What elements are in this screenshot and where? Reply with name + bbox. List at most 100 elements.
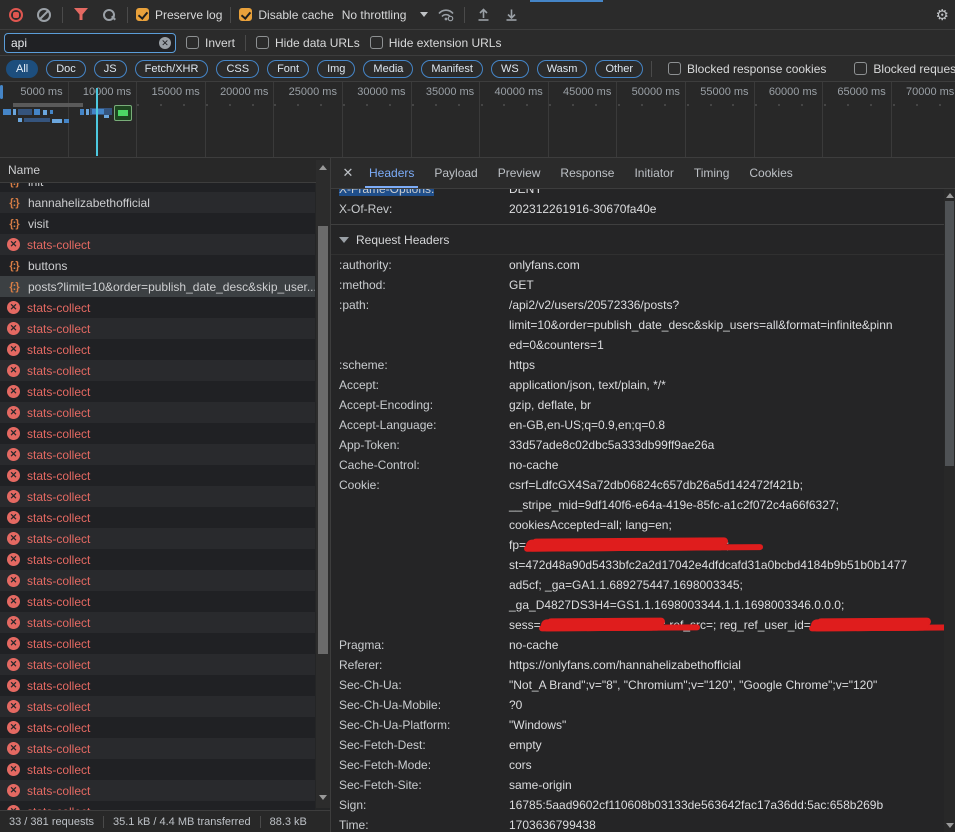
filter-toggle-button[interactable] [71, 5, 91, 25]
scroll-down-arrow-icon[interactable] [946, 823, 954, 828]
tab-timing[interactable]: Timing [684, 158, 740, 188]
request-row[interactable]: ✕stats-collect [0, 360, 315, 381]
filter-chip-manifest[interactable]: Manifest [421, 60, 483, 78]
tab-preview[interactable]: Preview [488, 158, 551, 188]
request-row[interactable]: ✕stats-collect [0, 297, 315, 318]
request-row[interactable]: ✕stats-collect [0, 780, 315, 801]
request-row[interactable]: ✕stats-collect [0, 570, 315, 591]
blocked-requests-checkbox[interactable]: Blocked requests [854, 62, 955, 76]
request-row[interactable]: ✕stats-collect [0, 654, 315, 675]
disable-cache-checkbox[interactable]: Disable cache [239, 8, 333, 22]
filter-chip-css[interactable]: CSS [216, 60, 259, 78]
funnel-icon [74, 8, 88, 21]
request-row[interactable]: {:}hannahelizabethofficial [0, 192, 315, 213]
failed-request-icon: ✕ [7, 574, 20, 587]
request-list-scrollbar[interactable] [316, 160, 330, 808]
request-row[interactable]: ✕stats-collect [0, 444, 315, 465]
request-row[interactable]: ✕stats-collect [0, 717, 315, 738]
request-row[interactable]: ✕stats-collect [0, 591, 315, 612]
request-name: stats-collect [27, 406, 90, 420]
request-row[interactable]: ✕stats-collect [0, 675, 315, 696]
scroll-up-arrow-icon[interactable] [946, 193, 954, 198]
timeline-dot [732, 104, 734, 106]
hide-extension-urls-checkbox[interactable]: Hide extension URLs [370, 36, 502, 50]
request-name: stats-collect [27, 385, 90, 399]
network-conditions-button[interactable] [436, 5, 456, 25]
timeline-dot [801, 104, 803, 106]
request-row[interactable]: ✕stats-collect [0, 801, 315, 810]
filter-chip-img[interactable]: Img [317, 60, 355, 78]
request-row[interactable]: ✕stats-collect [0, 612, 315, 633]
request-row[interactable]: ✕stats-collect [0, 486, 315, 507]
close-details-button[interactable]: ✕ [337, 165, 359, 181]
export-har-button[interactable] [501, 5, 521, 25]
scroll-down-arrow-icon[interactable] [319, 795, 327, 800]
header-name: Cookie: [331, 475, 509, 635]
scroll-up-arrow-icon[interactable] [319, 165, 327, 170]
header-name: Sec-Fetch-Mode: [331, 755, 509, 775]
tab-cookies[interactable]: Cookies [739, 158, 802, 188]
filter-chip-other[interactable]: Other [595, 60, 643, 78]
request-row[interactable]: ✕stats-collect [0, 507, 315, 528]
request-row[interactable]: ✕stats-collect [0, 759, 315, 780]
filter-chip-ws[interactable]: WS [491, 60, 529, 78]
filter-chip-all[interactable]: All [6, 60, 38, 78]
request-row[interactable]: ✕stats-collect [0, 423, 315, 444]
throttling-dropdown[interactable]: No throttling [342, 8, 429, 22]
network-overview-timeline[interactable]: 5000 ms10000 ms15000 ms20000 ms25000 ms3… [0, 82, 955, 158]
timeline-selected-request-box [114, 105, 132, 121]
request-name: posts?limit=10&order=publish_date_desc&s… [28, 280, 315, 294]
invert-checkbox[interactable]: Invert [186, 36, 235, 50]
hide-data-urls-checkbox[interactable]: Hide data URLs [256, 36, 360, 50]
tab-payload[interactable]: Payload [424, 158, 487, 188]
filter-input[interactable]: api ✕ [4, 33, 176, 53]
import-har-button[interactable] [473, 5, 493, 25]
tab-initiator[interactable]: Initiator [624, 158, 683, 188]
settings-gear-button[interactable]: ⚙ [936, 6, 949, 24]
request-row[interactable]: ✕stats-collect [0, 381, 315, 402]
filter-chip-wasm[interactable]: Wasm [537, 60, 588, 78]
header-row: :authority:onlyfans.com [331, 255, 944, 275]
clear-filter-icon[interactable]: ✕ [159, 37, 171, 49]
blocked-response-cookies-checkbox[interactable]: Blocked response cookies [668, 62, 826, 76]
timeline-dot [160, 104, 162, 106]
request-row[interactable]: ✕stats-collect [0, 318, 315, 339]
request-row[interactable]: ✕stats-collect [0, 339, 315, 360]
request-row[interactable]: ✕stats-collect [0, 528, 315, 549]
search-icon [102, 8, 116, 22]
request-row[interactable]: ✕stats-collect [0, 465, 315, 486]
tab-headers[interactable]: Headers [359, 158, 424, 188]
scrollbar-thumb[interactable] [318, 226, 328, 654]
tab-response[interactable]: Response [550, 158, 624, 188]
filter-chip-doc[interactable]: Doc [46, 60, 86, 78]
request-row[interactable]: {:}visit [0, 213, 315, 234]
filter-chip-js[interactable]: JS [94, 60, 127, 78]
details-tabs: HeadersPayloadPreviewResponseInitiatorTi… [359, 158, 803, 188]
advanced-filter-checkboxes: Blocked response cookies Blocked requests… [662, 62, 955, 76]
filter-chip-fetch-xhr[interactable]: Fetch/XHR [135, 60, 209, 78]
request-row[interactable]: ✕stats-collect [0, 234, 315, 255]
request-headers-section-header[interactable]: Request Headers [331, 225, 944, 255]
request-row[interactable]: {:}init [0, 183, 315, 192]
request-row[interactable]: ✕stats-collect [0, 696, 315, 717]
filter-chip-media[interactable]: Media [363, 60, 413, 78]
scrollbar-thumb[interactable] [945, 201, 954, 466]
record-button[interactable] [6, 5, 26, 25]
name-column-header[interactable]: Name [0, 158, 330, 183]
clear-button[interactable] [34, 5, 54, 25]
request-row[interactable]: {:}posts?limit=10&order=publish_date_des… [0, 276, 315, 297]
search-button[interactable] [99, 5, 119, 25]
request-name: buttons [28, 259, 67, 273]
request-row[interactable]: ✕stats-collect [0, 633, 315, 654]
request-row[interactable]: ✕stats-collect [0, 549, 315, 570]
details-scrollbar[interactable] [944, 189, 955, 832]
request-name: stats-collect [27, 742, 90, 756]
header-value-line: ad5cf; _ga=GA1.1.689275447.1698003345; [509, 575, 944, 595]
header-value-line: fp=; [509, 535, 944, 555]
preserve-log-checkbox[interactable]: Preserve log [136, 8, 222, 22]
redaction-scribble [526, 538, 726, 551]
request-row[interactable]: ✕stats-collect [0, 738, 315, 759]
request-row[interactable]: ✕stats-collect [0, 402, 315, 423]
filter-chip-font[interactable]: Font [267, 60, 309, 78]
request-row[interactable]: {:}buttons [0, 255, 315, 276]
